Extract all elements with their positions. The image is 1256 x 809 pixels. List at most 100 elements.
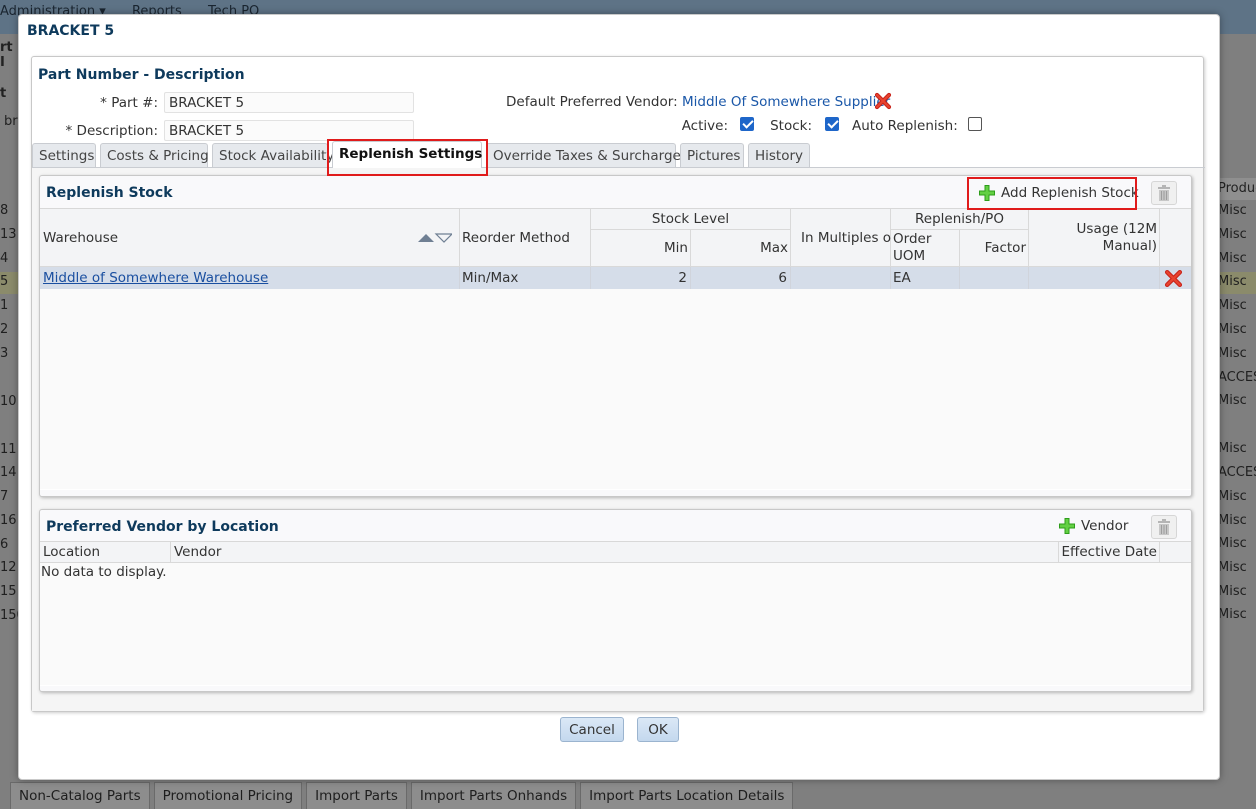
bg-row-cell: Misc <box>1218 251 1247 266</box>
header-stock-level: Stock Level <box>591 209 791 230</box>
delete-row-icon[interactable] <box>1164 269 1183 288</box>
header-warehouse[interactable]: Warehouse <box>40 209 460 267</box>
delete-replenish-button[interactable] <box>1151 181 1177 205</box>
bg-bottom-tab-bar: Non-Catalog Parts Promotional Pricing Im… <box>0 782 1256 809</box>
plus-icon <box>1059 518 1075 534</box>
bg-row-cell: Misc <box>1218 298 1247 313</box>
bg-row-cell: 10 <box>0 394 17 409</box>
active-checkbox[interactable] <box>740 117 754 131</box>
default-vendor-link[interactable]: Middle Of Somewhere Supplier <box>682 94 890 110</box>
sort-icon[interactable] <box>418 233 452 243</box>
tab-stock-availability[interactable]: Stock Availability <box>212 143 334 167</box>
cancel-button[interactable]: Cancel <box>560 717 624 742</box>
tab-pictures[interactable]: Pictures <box>680 143 744 167</box>
bg-row-cell: Misc <box>1218 489 1247 504</box>
clear-vendor-icon[interactable] <box>874 92 892 110</box>
header-location[interactable]: Location <box>40 542 171 563</box>
bg-row-cell: 7 <box>0 489 9 504</box>
bg-row-cell: Misc <box>1218 203 1247 218</box>
tab-settings[interactable]: Settings <box>32 143 96 167</box>
delete-vendor-button[interactable] <box>1151 515 1177 539</box>
bg-row-cell: Misc <box>1218 441 1247 456</box>
header-factor[interactable]: Factor <box>960 230 1029 267</box>
bg-row-cell: 14 <box>0 465 17 480</box>
bg-row-cell: Misc <box>1218 346 1247 361</box>
ok-button[interactable]: OK <box>637 717 679 742</box>
warehouse-link[interactable]: Middle of Somewhere Warehouse <box>43 270 268 286</box>
bg-row-cell: Misc <box>1218 536 1247 551</box>
auto-replenish-checkbox[interactable] <box>968 117 982 131</box>
tab-highlight-annotation <box>327 139 488 176</box>
bg-row-cell: 1 <box>0 298 9 313</box>
trash-icon <box>1158 519 1170 535</box>
preferred-vendor-panel: Preferred Vendor by Location Vendor Loca… <box>39 509 1192 692</box>
header-in-multiples[interactable]: In Multiples of <box>791 209 896 267</box>
tab-override-taxes[interactable]: Override Taxes & Surcharges <box>486 143 688 167</box>
tab-history[interactable]: History <box>748 143 810 167</box>
bg-row-cell: 16 <box>0 513 17 528</box>
stock-label: Stock: <box>770 118 812 134</box>
vendor-location-grid: Location Vendor Effective Date No data t… <box>40 541 1191 686</box>
cell-multiples <box>791 267 891 289</box>
header-max[interactable]: Max <box>691 230 791 267</box>
cell-warehouse[interactable]: Middle of Somewhere Warehouse <box>40 267 460 289</box>
active-label: Active: <box>681 118 728 134</box>
preferred-vendor-title: Preferred Vendor by Location <box>46 519 279 535</box>
bg-tab-non-catalog[interactable]: Non-Catalog Parts <box>10 782 150 809</box>
bg-tab-import-onhands[interactable]: Import Parts Onhands <box>410 782 577 809</box>
replenish-stock-title: Replenish Stock <box>46 185 173 201</box>
bg-row-cell: Misc <box>1218 607 1247 622</box>
cell-min: 2 <box>591 267 691 289</box>
bg-row-cell: 12 <box>0 560 17 575</box>
bg-row-cell: Misc <box>1218 584 1247 599</box>
no-data-message: No data to display. <box>41 564 167 580</box>
replenish-grid: Warehouse Reorder Method Stock Level Min… <box>40 208 1191 490</box>
header-vendor[interactable]: Vendor <box>171 542 1059 563</box>
bg-row-cell: ACCES <box>1218 370 1256 385</box>
cell-max: 6 <box>691 267 791 289</box>
bg-row-cell: 2 <box>0 322 9 337</box>
tab-costs-pricing[interactable]: Costs & Pricing <box>100 143 209 167</box>
bg-row-cell: Misc <box>1218 513 1247 528</box>
part-number-label: * Part #: <box>100 95 158 111</box>
bg-column-header: Product <box>1218 178 1256 200</box>
grid-empty-area <box>40 289 1191 489</box>
header-effective-date[interactable]: Effective Date <box>1059 542 1160 563</box>
header-reorder-method[interactable]: Reorder Method <box>460 209 591 267</box>
dialog-title: BRACKET 5 <box>27 23 115 39</box>
add-button-highlight-annotation <box>967 177 1137 210</box>
table-row[interactable]: Middle of Somewhere Warehouse Min/Max 2 … <box>40 267 1191 289</box>
add-vendor-button[interactable]: Vendor <box>1058 517 1128 535</box>
header-warehouse-label: Warehouse <box>43 230 119 246</box>
part-dialog: BRACKET 5 Part Number - Description * Pa… <box>18 14 1220 780</box>
description-input[interactable] <box>164 120 414 141</box>
part-tabs: Settings Costs & Pricing Stock Availabil… <box>32 141 1205 168</box>
cell-order-uom: EA <box>891 267 960 289</box>
header-min[interactable]: Min <box>591 230 691 267</box>
bg-tab-import-parts[interactable]: Import Parts <box>306 782 407 809</box>
bg-row-cell: 8 <box>0 203 9 218</box>
cell-usage <box>1029 267 1160 289</box>
bg-row-cell: 6 <box>0 537 9 552</box>
auto-replenish-label: Auto Replenish: <box>852 118 958 134</box>
default-vendor-label: Default Preferred Vendor: <box>506 94 678 110</box>
add-vendor-label: Vendor <box>1081 518 1129 534</box>
replenish-tab-content: Replenish Stock Add Replenish Stock Ware… <box>32 168 1203 711</box>
description-label: * Description: <box>65 123 158 139</box>
bg-title-fragment: rt I <box>0 40 13 70</box>
header-order-uom[interactable]: Order UOM <box>891 230 960 267</box>
bg-row-cell: ACCES <box>1218 465 1256 480</box>
header-replenish-po: Replenish/PO <box>891 209 1029 230</box>
replenish-stock-panel: Replenish Stock Add Replenish Stock Ware… <box>39 175 1192 497</box>
bg-tab-import-location[interactable]: Import Parts Location Details <box>580 782 794 809</box>
trash-icon <box>1158 185 1170 201</box>
header-usage[interactable]: Usage (12M Manual) <box>1029 209 1160 267</box>
bg-heading-fragment: t <box>0 86 7 101</box>
part-number-input[interactable] <box>164 92 414 113</box>
part-panel: Part Number - Description * Part #: * De… <box>31 56 1205 712</box>
bg-row-cell: 5 <box>0 272 18 294</box>
bg-row-cell: Misc <box>1218 322 1247 337</box>
bg-tab-promotional-pricing[interactable]: Promotional Pricing <box>153 782 303 809</box>
bg-row-cell: 11 <box>0 442 17 457</box>
stock-checkbox[interactable] <box>825 117 839 131</box>
